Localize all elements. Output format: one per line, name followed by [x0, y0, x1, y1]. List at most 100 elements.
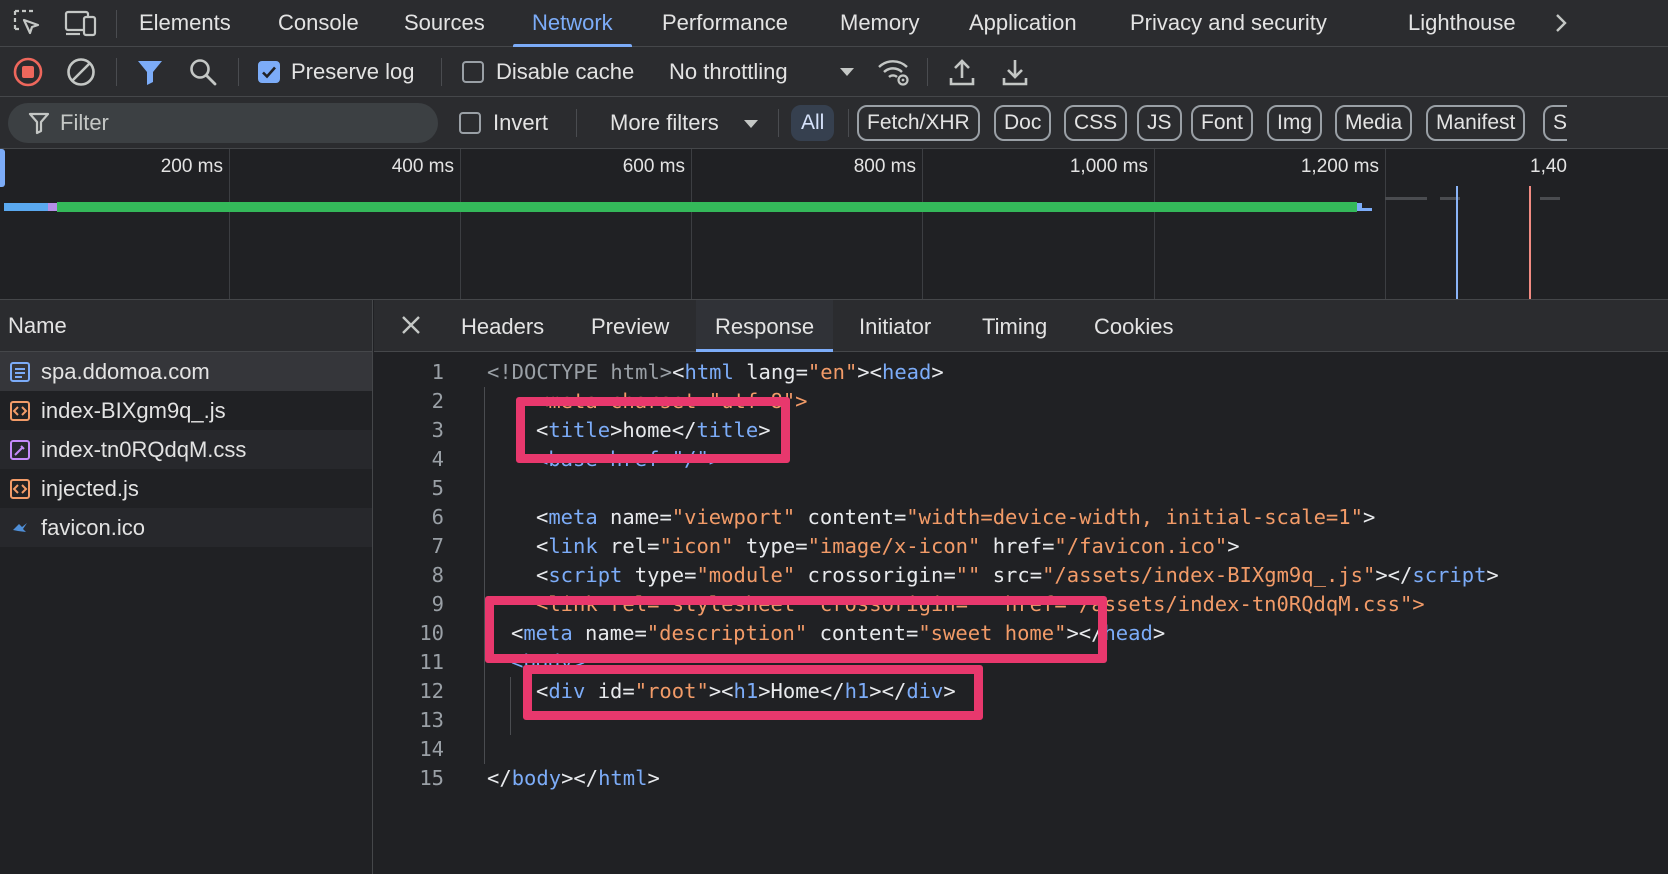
code-line-12: <div id="root"><h1>Home</h1></div> — [536, 679, 956, 703]
request-row-index-css[interactable]: index-tn0RQdqM.css — [0, 430, 372, 469]
stop-recording-icon[interactable] — [12, 56, 44, 88]
code-line-3: <title>home</title> — [536, 418, 771, 442]
request-name: index-tn0RQdqM.css — [41, 437, 247, 462]
inspect-element-icon[interactable] — [10, 8, 44, 38]
request-bar-download — [57, 202, 1357, 212]
chip-doc[interactable]: Doc — [994, 105, 1052, 141]
chip-fetch-xhr[interactable]: Fetch/XHR — [857, 105, 980, 141]
request-row-injected-js[interactable]: injected.js — [0, 469, 372, 508]
tab-headers[interactable]: Headers — [442, 300, 563, 352]
overview-window-handle-left[interactable] — [0, 149, 5, 187]
divider — [848, 109, 849, 137]
divider — [778, 109, 779, 137]
filter-input[interactable]: Filter — [8, 103, 438, 143]
name-column-header[interactable]: Name — [0, 300, 372, 352]
import-har-icon[interactable] — [947, 56, 977, 88]
request-row-spa-ddomoa-com[interactable]: spa.ddomoa.com — [0, 352, 372, 391]
chip-manifest[interactable]: Manifest — [1426, 105, 1526, 141]
line-number: 6 — [431, 505, 444, 529]
filter-bar: Filter Invert More filters All Fetch/XHR… — [0, 97, 1668, 149]
chip-js[interactable]: JS — [1137, 105, 1182, 141]
detail-tab-bar: Headers Preview Response Initiator Timin… — [374, 300, 1668, 352]
line-number: 13 — [419, 708, 444, 732]
invert-checkbox[interactable] — [459, 112, 481, 134]
invert-label[interactable]: Invert — [493, 97, 548, 149]
search-icon[interactable] — [187, 56, 219, 88]
line-number: 11 — [419, 650, 444, 674]
chip-img[interactable]: Img — [1267, 105, 1323, 141]
throttling-dropdown-icon[interactable] — [838, 65, 856, 79]
more-filters-dropdown-icon[interactable] — [743, 117, 759, 131]
line-number: 4 — [431, 447, 444, 471]
divider — [116, 58, 117, 86]
divider — [927, 58, 928, 86]
more-tabs-chevron-icon[interactable] — [1554, 10, 1568, 36]
line-number: 10 — [419, 621, 444, 645]
divider — [576, 109, 577, 137]
request-row-favicon-ico[interactable]: favicon.ico — [0, 508, 372, 547]
network-conditions-icon[interactable] — [876, 56, 912, 88]
tick-label: 1,000 ms — [1069, 156, 1148, 177]
request-row-index-js[interactable]: index-BIXgm9q_.js — [0, 391, 372, 430]
filter-icon[interactable] — [136, 57, 164, 87]
divider — [238, 58, 239, 86]
chip-font[interactable]: Font — [1191, 105, 1254, 141]
tab-response[interactable]: Response — [696, 300, 834, 352]
tick-label: 800 ms — [853, 156, 916, 177]
disable-cache-label[interactable]: Disable cache — [496, 47, 634, 97]
code-line-4: <base href="/"> — [536, 447, 722, 471]
chip-all[interactable]: All — [791, 105, 835, 141]
more-filters-button[interactable]: More filters — [610, 97, 719, 149]
tab-application[interactable]: Application — [950, 0, 1096, 47]
tick-label: 1,40 — [1530, 156, 1567, 177]
code-line-8: <script type="module" crossorigin="" src… — [536, 563, 1499, 587]
tab-cookies[interactable]: Cookies — [1075, 300, 1192, 352]
indent-guide — [484, 387, 485, 764]
throttling-select[interactable]: No throttling — [669, 47, 788, 97]
indent-guide — [510, 677, 511, 735]
request-name: spa.ddomoa.com — [41, 359, 210, 384]
chip-css[interactable]: CSS — [1064, 105, 1128, 141]
request-detail-panel: Headers Preview Response Initiator Timin… — [374, 300, 1668, 874]
request-bar-faint — [1540, 197, 1560, 200]
grid-line — [229, 149, 230, 299]
grid-line — [922, 149, 923, 299]
tab-elements[interactable]: Elements — [120, 0, 250, 47]
tab-timing[interactable]: Timing — [963, 300, 1066, 352]
line-number: 15 — [419, 766, 444, 790]
tab-performance[interactable]: Performance — [643, 0, 807, 47]
disable-cache-checkbox[interactable] — [462, 61, 484, 83]
document-icon — [10, 362, 30, 382]
chip-overflow[interactable]: S — [1543, 105, 1568, 141]
request-bar-stalled — [48, 203, 57, 211]
line-number: 12 — [419, 679, 444, 703]
tab-lighthouse[interactable]: Lighthouse — [1389, 0, 1535, 47]
chip-media[interactable]: Media — [1335, 105, 1413, 141]
line-number: 9 — [431, 592, 444, 616]
tab-preview[interactable]: Preview — [572, 300, 688, 352]
device-toolbar-icon[interactable] — [62, 8, 100, 38]
tab-memory[interactable]: Memory — [821, 0, 938, 47]
stylesheet-icon — [10, 440, 30, 460]
script-icon — [10, 479, 30, 499]
request-bar-tail — [1362, 208, 1372, 211]
export-har-icon[interactable] — [1000, 56, 1030, 88]
request-list: Name spa.ddomoa.com index-BIXgm9q_.js in… — [0, 300, 373, 874]
tab-privacy-and-security[interactable]: Privacy and security — [1111, 0, 1346, 47]
response-code-view[interactable]: 1 2 3 4 5 6 7 8 9 10 11 12 13 14 15 <!DO… — [374, 358, 1668, 874]
network-overview-timeline[interactable]: 200 ms 400 ms 600 ms 800 ms 1,000 ms 1,2… — [0, 149, 1668, 300]
clear-icon[interactable] — [65, 56, 97, 88]
code-line-1: <!DOCTYPE html><html lang="en"><head> — [487, 360, 944, 384]
tab-console[interactable]: Console — [259, 0, 378, 47]
favicon-image-icon — [13, 523, 27, 532]
tab-initiator[interactable]: Initiator — [840, 300, 950, 352]
preserve-log-checkbox[interactable] — [258, 61, 280, 83]
divider — [441, 58, 442, 86]
tab-network[interactable]: Network — [513, 0, 632, 47]
preserve-log-label[interactable]: Preserve log — [291, 47, 415, 97]
close-icon[interactable] — [398, 312, 424, 338]
tab-sources[interactable]: Sources — [385, 0, 504, 47]
line-number: 1 — [431, 360, 444, 384]
grid-line — [1385, 149, 1386, 299]
line-number: 8 — [431, 563, 444, 587]
